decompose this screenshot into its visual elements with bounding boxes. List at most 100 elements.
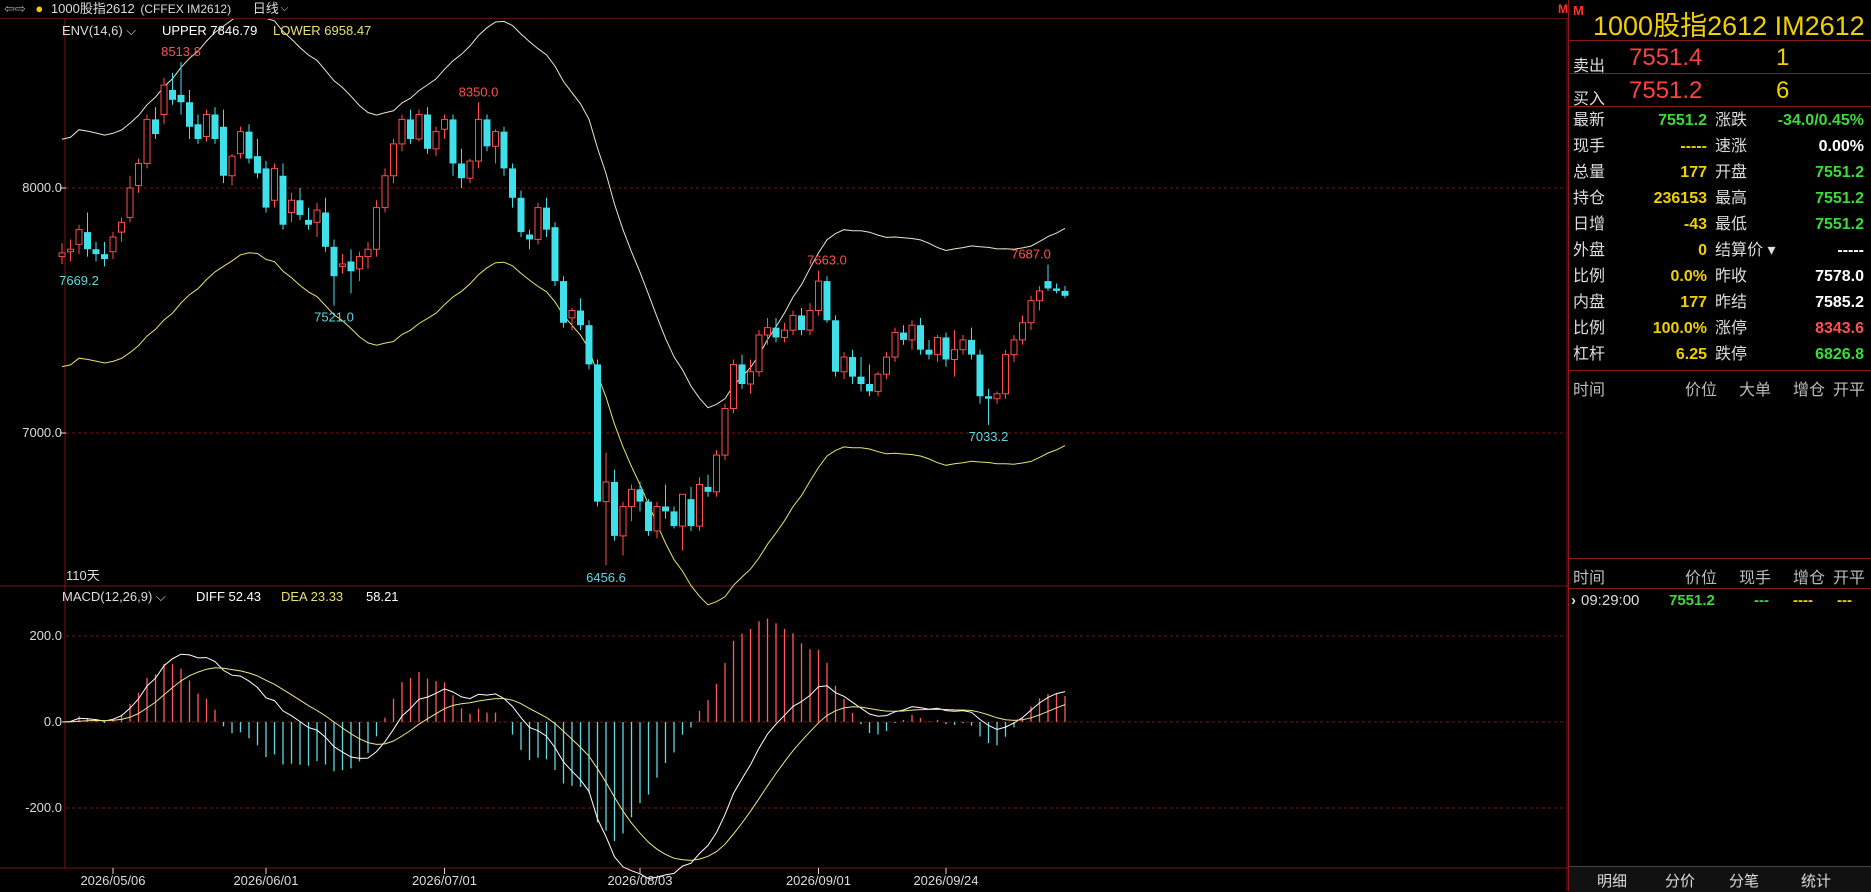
candle-body-down xyxy=(509,168,516,198)
candle-body-down xyxy=(611,482,618,536)
sell-row[interactable]: 卖出 7551.4 1 xyxy=(1569,40,1871,75)
candle-body-up xyxy=(203,114,210,138)
candle-body-down xyxy=(985,396,992,399)
column-header: 时间 xyxy=(1573,382,1606,399)
dea-label: DEA 23.33 xyxy=(281,589,343,604)
candle-body-up xyxy=(883,356,890,375)
buy-row[interactable]: 买入 7551.2 6 xyxy=(1569,73,1871,108)
quote-key: 日增 xyxy=(1573,216,1606,233)
candle-body-down xyxy=(262,168,270,208)
candle-body-up xyxy=(271,167,278,201)
high-mark-label: 7687.0 xyxy=(1011,247,1051,262)
quote-key: 跌停 xyxy=(1715,346,1748,363)
candle-body-down xyxy=(305,219,312,225)
quote-key: 比例 xyxy=(1573,268,1606,285)
candle-body-up xyxy=(934,336,941,356)
candle-body-up xyxy=(534,207,542,240)
flag-icon: M xyxy=(1573,3,1584,18)
column-header: 开平 xyxy=(1833,382,1866,399)
low-mark-label: 7033.2 xyxy=(969,429,1009,444)
quote-key: 杠杆 xyxy=(1573,346,1606,363)
quote-key: 比例 xyxy=(1573,320,1606,337)
tick-oc: --- xyxy=(1837,592,1852,609)
candle-body-up xyxy=(475,118,482,162)
tick-time: 09:29:00 xyxy=(1581,592,1640,609)
quote-key: 开盘 xyxy=(1715,164,1748,181)
candle-body-up xyxy=(755,334,763,373)
detail-tabs: 明细 分价 分笔 统计 xyxy=(1569,866,1871,892)
tab-ticks[interactable]: 分笔 xyxy=(1729,870,1759,891)
candle-body-down xyxy=(1053,288,1060,291)
candle-body-down xyxy=(424,114,431,149)
price-chart-canvas[interactable]: ENV(14,6) ⌵ UPPER 7846.79 LOWER 6958.47 110… xyxy=(0,0,1568,891)
candle-body-up xyxy=(364,248,372,258)
quote-row: 持仓 236153 最高 7551.2 xyxy=(1569,186,1871,212)
candle-body-up xyxy=(492,131,499,147)
bars-count-label: 110天 xyxy=(66,568,100,583)
candle-body-up xyxy=(432,131,440,150)
candle-body-up xyxy=(713,454,720,493)
env-indicator-label: ENV(14,6) ⌵ xyxy=(62,23,136,38)
candle-body-up xyxy=(628,488,635,508)
candle-body-up xyxy=(160,84,168,115)
quote-key: 涨停 xyxy=(1715,320,1748,337)
quote-key: 外盘 xyxy=(1573,242,1606,259)
candle-body-down xyxy=(254,156,261,174)
macd-tick-label: -200.0 xyxy=(25,800,62,815)
candle-body-down xyxy=(500,131,508,169)
candle-body-up xyxy=(339,263,346,267)
quote-value: 7551.2 xyxy=(1658,112,1707,129)
candle-body-up xyxy=(126,187,134,218)
candle-body-up xyxy=(1036,290,1043,302)
quote-value: ----- xyxy=(1680,138,1707,155)
candle-body-up xyxy=(135,163,142,187)
date-label: 2026/06/01 xyxy=(233,873,298,888)
candle-body-down xyxy=(645,501,652,531)
candle-body-down xyxy=(220,126,227,176)
candle-body-up xyxy=(908,324,916,341)
nav-arrows-icon[interactable]: ⇦⇨ xyxy=(4,0,26,18)
candle-body-up xyxy=(730,363,737,409)
quote-value: 0.0% xyxy=(1670,268,1707,285)
quote-key: 速涨 xyxy=(1715,138,1748,155)
candle-body-up xyxy=(415,114,423,140)
period-selector[interactable]: 日线 ⌵ xyxy=(253,0,289,18)
candle-body-down xyxy=(968,339,975,355)
tick-row[interactable]: › 09:29:00 7551.2 --- ---- --- xyxy=(1569,592,1871,612)
column-header: 现手 xyxy=(1739,570,1772,587)
candle-body-up xyxy=(237,131,244,155)
tick-price: 7551.2 xyxy=(1669,592,1715,609)
instrument-name[interactable]: 1000股指2612 xyxy=(51,0,135,18)
quote-key: 内盘 xyxy=(1573,294,1606,311)
candle-body-up xyxy=(1019,322,1026,341)
quote-value: 100.0% xyxy=(1652,320,1707,337)
candle-body-down xyxy=(543,207,550,230)
candle-body-down xyxy=(662,506,669,512)
candle-body-down xyxy=(636,489,644,502)
quote-value: 7551.2 xyxy=(1815,164,1864,181)
candle-body-down xyxy=(211,114,219,139)
candle-body-down xyxy=(1061,290,1069,296)
candle-body-down xyxy=(925,349,933,355)
candle-body-down xyxy=(704,486,712,492)
quote-key: 昨结 xyxy=(1715,294,1748,311)
candle-body-up xyxy=(696,483,703,527)
quote-value: 0.00% xyxy=(1818,138,1864,155)
buy-volume: 6 xyxy=(1776,77,1790,104)
candle-body-up xyxy=(959,339,967,351)
candle-body-up xyxy=(288,199,295,213)
tab-statistics[interactable]: 统计 xyxy=(1801,870,1831,891)
candle-body-down xyxy=(407,119,414,139)
tick-arrow-icon: › xyxy=(1571,592,1576,609)
candle-body-up xyxy=(789,314,797,331)
candle-body-down xyxy=(551,227,559,282)
quote-key: 涨跌 xyxy=(1715,112,1748,129)
tab-detail[interactable]: 明细 xyxy=(1597,870,1627,891)
high-mark-label: 8513.8 xyxy=(161,44,201,59)
tab-price-distribution[interactable]: 分价 xyxy=(1665,870,1695,891)
candle-body-up xyxy=(951,349,958,361)
candle-body-down xyxy=(347,261,355,272)
chart-topbar: ⇦⇨ ● 1000股指2612 (CFFEX IM2612) 日线 ⌵ M xyxy=(0,0,1568,19)
candle-body-down xyxy=(866,384,873,392)
high-mark-label: 7663.0 xyxy=(807,253,847,268)
